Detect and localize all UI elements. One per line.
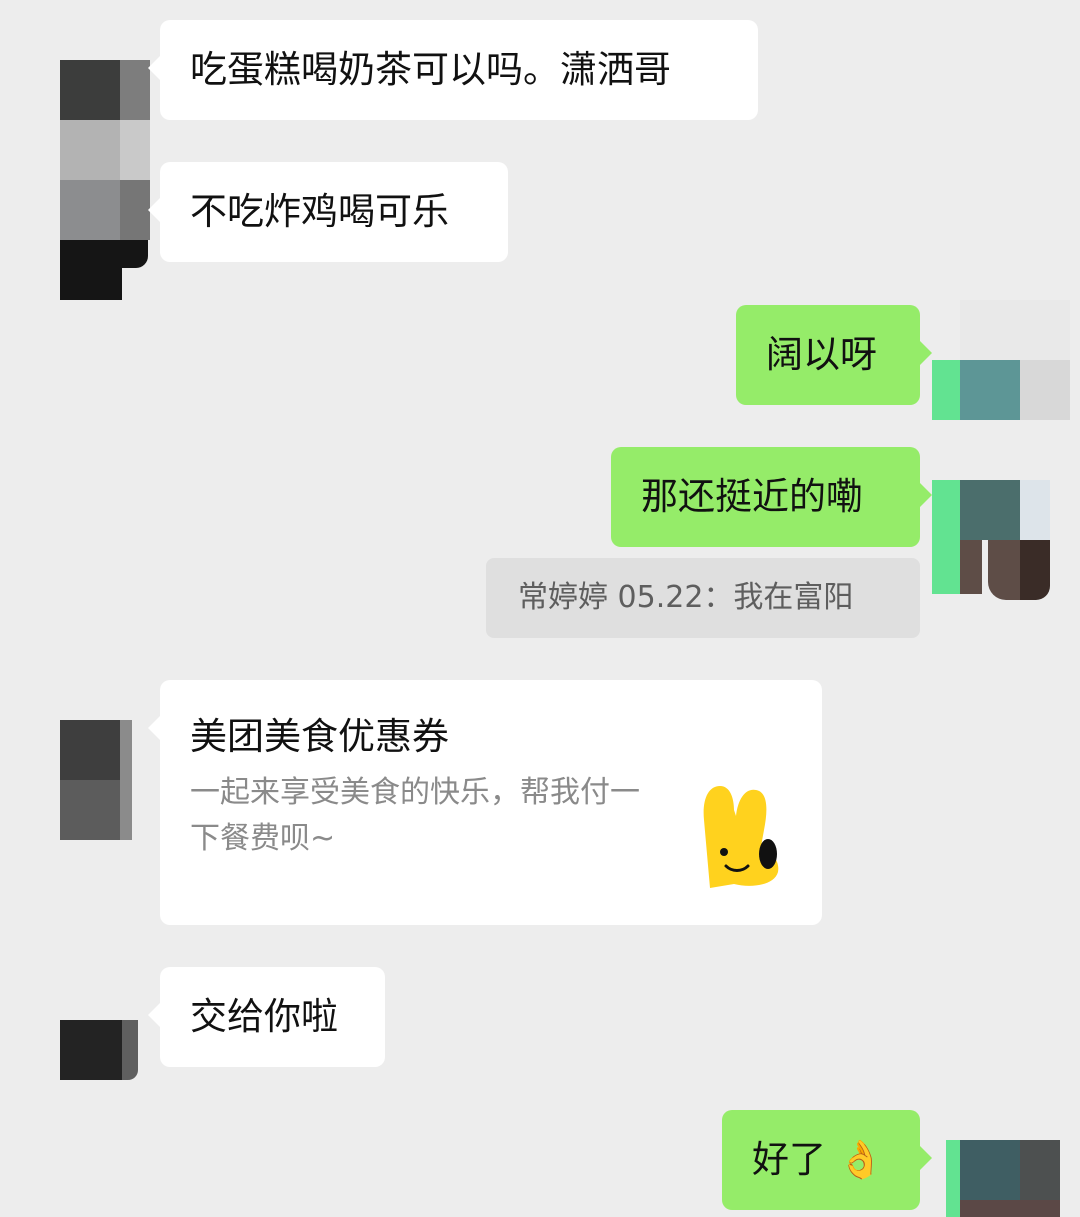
meituan-kangaroo-icon <box>690 780 782 894</box>
message-text: 阔以呀 <box>766 333 877 376</box>
outgoing-message-bubble[interactable]: 好了 👌 <box>722 1110 932 1210</box>
outgoing-message-bubble[interactable]: 阔以呀 <box>736 305 932 405</box>
message-text: 不吃炸鸡喝可乐 <box>190 190 449 233</box>
card-title: 美团美食优惠券 <box>190 715 449 758</box>
incoming-message-bubble[interactable]: 交给你啦 <box>148 967 385 1067</box>
incoming-message-bubble[interactable]: 吃蛋糕喝奶茶可以吗。潇洒哥 <box>148 20 758 120</box>
meituan-coupon-card[interactable]: 美团美食优惠券 一起来享受美食的快乐，帮我付一下餐费呗~ <box>148 680 822 925</box>
outgoing-message-bubble[interactable]: 那还挺近的嘞 <box>611 447 932 547</box>
message-text-content: 好了 <box>752 1138 826 1181</box>
message-text: 吃蛋糕喝奶茶可以吗。潇洒哥 <box>190 48 671 91</box>
avatar-self[interactable] <box>932 300 1072 600</box>
incoming-message-bubble[interactable]: 不吃炸鸡喝可乐 <box>148 162 508 262</box>
quoted-message[interactable]: 常婷婷 05.22：我在富阳 <box>486 558 920 638</box>
avatar-contact[interactable] <box>60 1020 150 1080</box>
message-text: 交给你啦 <box>190 995 338 1038</box>
card-description: 一起来享受美食的快乐，帮我付一下餐费呗~ <box>190 775 640 856</box>
ok-hand-emoji: 👌 <box>837 1138 884 1181</box>
message-text: 那还挺近的嘞 <box>641 475 863 518</box>
avatar-contact[interactable] <box>60 720 150 840</box>
message-text: 好了 👌 <box>722 1110 920 1210</box>
avatar-contact[interactable] <box>60 60 150 300</box>
avatar-self[interactable] <box>946 1140 1066 1217</box>
